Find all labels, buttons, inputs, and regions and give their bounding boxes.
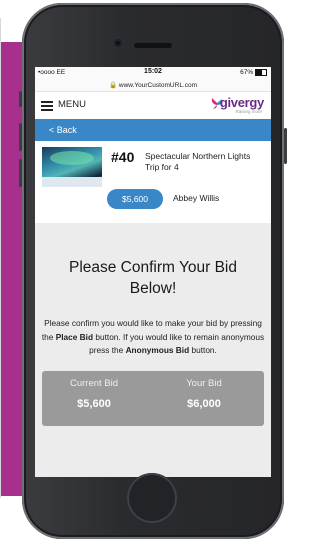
bid-summary-panel: Current Bid $5,600 Your Bid $6,000 [42,370,264,426]
logo-tagline: Raising more [235,109,262,114]
battery-percent: 67% [240,69,254,77]
confirm-instructions: Please confirm you would like to make yo… [39,317,267,358]
top-navigation: MENU givergy Raising more [35,92,271,119]
place-bid-emphasis: Place Bid [55,331,94,342]
power-button [284,128,287,164]
url-text: www.YourCustomURL.com [118,82,198,89]
current-bid-badge: $5,600 [107,189,163,209]
lock-icon: 🔒 [108,82,118,89]
your-bid-column: Your Bid $6,000 [154,378,254,410]
volume-down-button [19,159,22,187]
current-bid-value: $5,600 [77,397,111,410]
item-thumbnail[interactable] [42,147,102,187]
earpiece-speaker [134,43,172,48]
status-bar: •oooo EE 15:02 67% [35,67,271,81]
anonymous-bid-emphasis: Anonymous Bid [125,345,190,355]
phone-frame: •oooo EE 15:02 67% 🔒 www.YourCustomURL.c… [19,3,287,539]
front-camera [114,39,122,47]
current-bid-label: Current Bid [69,377,119,389]
your-bid-value: $6,000 [187,397,221,410]
confirm-heading: Please Confirm Your Bid Below! [68,259,237,297]
clock: 15:02 [144,68,162,75]
back-label: < Back [49,125,77,135]
bidder-name: Abbey Willis [173,193,220,203]
givergy-logo: givergy Raising more [202,95,264,115]
url-bar[interactable]: 🔒 www.YourCustomURL.com [35,81,271,92]
your-bid-label: Your Bid [186,377,222,389]
mute-switch [19,91,22,107]
home-button[interactable] [127,473,177,523]
auction-item-card: #40 Spectacular Northern Lights Trip for… [35,141,271,223]
lot-number: #40 [111,149,135,165]
battery-icon [255,69,267,76]
phone-screen: •oooo EE 15:02 67% 🔒 www.YourCustomURL.c… [35,67,271,477]
item-title: Spectacular Northern Lights Trip for 4 [145,151,251,172]
volume-up-button [19,123,22,151]
current-bid-column: Current Bid $5,600 [44,378,144,410]
back-button[interactable]: < Back [35,119,271,141]
hamburger-menu-icon[interactable] [41,101,53,111]
menu-label[interactable]: MENU [58,99,86,110]
battery-indicator: 67% [240,69,267,76]
logo-wordmark: givergy [219,95,264,110]
instructions-text-3: button. [189,345,217,355]
